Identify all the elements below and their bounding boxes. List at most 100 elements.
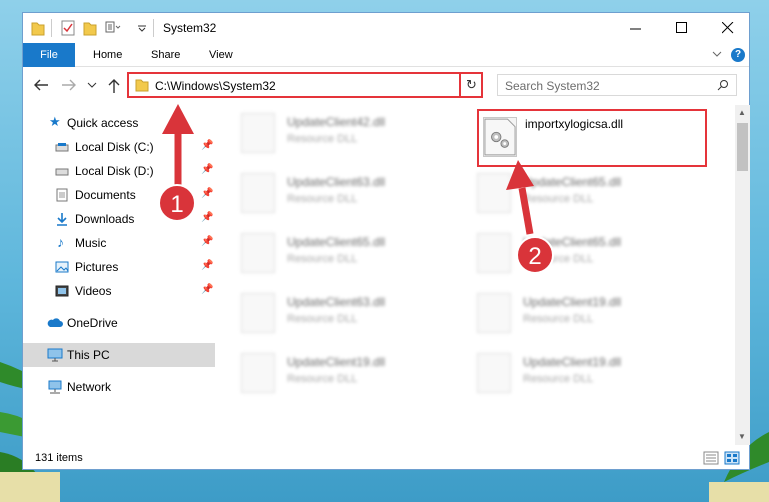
sidebar-item-label: Local Disk (C:) bbox=[75, 140, 154, 154]
forward-arrow-icon[interactable] bbox=[61, 78, 77, 92]
file-item[interactable]: UpdateClient42.dll Resource DLL bbox=[241, 109, 471, 161]
divider bbox=[51, 19, 52, 37]
file-item[interactable]: UpdateClient19.dll Resource DLL bbox=[477, 349, 707, 401]
item-count: 131 items bbox=[35, 452, 83, 464]
file-item[interactable]: UpdateClient65.dll Resource DLL bbox=[241, 229, 471, 281]
callout-step-1: 1 bbox=[158, 184, 196, 222]
status-bar: 131 items bbox=[23, 447, 749, 469]
tab-file[interactable]: File bbox=[23, 43, 75, 67]
sidebar-item-quick-access[interactable]: ★ Quick access bbox=[23, 111, 215, 135]
documents-icon bbox=[56, 188, 68, 202]
pin-icon: 📌 bbox=[201, 188, 214, 199]
downloads-icon bbox=[57, 213, 67, 226]
file-type: Resource DLL bbox=[287, 253, 358, 265]
new-folder-icon[interactable] bbox=[83, 20, 97, 36]
sidebar-item-label: Quick access bbox=[67, 116, 139, 130]
pin-icon: 📌 bbox=[201, 236, 214, 247]
scroll-down-icon[interactable]: ▼ bbox=[738, 432, 746, 441]
dll-file-icon bbox=[477, 173, 511, 213]
drive-icon bbox=[55, 143, 69, 152]
title-bar: System32 bbox=[23, 13, 749, 43]
file-item[interactable]: UpdateClient63.dll Resource DLL bbox=[241, 169, 471, 221]
search-input[interactable]: Search System32 bbox=[497, 74, 737, 96]
sidebar-item-videos[interactable]: Videos 📌 bbox=[23, 279, 215, 303]
sidebar-item-local-disk-c[interactable]: Local Disk (C:) 📌 bbox=[23, 135, 215, 159]
maximize-button[interactable] bbox=[659, 13, 705, 43]
file-name: UpdateClient63.dll bbox=[287, 175, 386, 189]
dll-file-icon bbox=[241, 233, 275, 273]
sidebar-item-pictures[interactable]: Pictures 📌 bbox=[23, 255, 215, 279]
dll-file-icon bbox=[241, 173, 275, 213]
dll-file-icon bbox=[477, 353, 511, 393]
sidebar-item-local-disk-d[interactable]: Local Disk (D:) 📌 bbox=[23, 159, 215, 183]
file-name: UpdateClient42.dll bbox=[287, 115, 386, 129]
sidebar-item-label: Local Disk (D:) bbox=[75, 164, 154, 178]
minimize-button[interactable] bbox=[613, 13, 659, 43]
recent-locations-icon[interactable] bbox=[87, 81, 97, 89]
network-icon bbox=[48, 380, 62, 394]
up-arrow-icon[interactable] bbox=[107, 78, 121, 94]
minimize-icon bbox=[630, 28, 641, 30]
dll-file-icon bbox=[241, 113, 275, 153]
close-button[interactable] bbox=[705, 13, 751, 43]
scroll-up-icon[interactable]: ▲ bbox=[738, 108, 746, 117]
sidebar-item-network[interactable]: Network bbox=[23, 375, 215, 399]
folder-icon bbox=[31, 22, 45, 36]
navigation-bar: C:\Windows\System32 ↻ Search System32 bbox=[23, 68, 749, 104]
file-type: Resource DLL bbox=[523, 373, 594, 385]
tab-home[interactable]: Home bbox=[93, 43, 122, 67]
back-arrow-icon[interactable] bbox=[33, 78, 49, 92]
file-item[interactable]: UpdateClient19.dll Resource DLL bbox=[241, 349, 471, 401]
sidebar-item-this-pc[interactable]: This PC bbox=[23, 343, 215, 367]
file-item[interactable]: UpdateClient19.dll Resource DLL bbox=[477, 289, 707, 341]
expand-ribbon-icon[interactable] bbox=[711, 48, 723, 60]
pin-icon: 📌 bbox=[201, 284, 214, 295]
customize-toolbar-icon[interactable] bbox=[105, 20, 121, 36]
divider bbox=[153, 19, 154, 37]
pictures-icon bbox=[55, 261, 69, 273]
file-item[interactable]: UpdateClient65.dll Resource DLL bbox=[477, 229, 707, 281]
sidebar-item-onedrive[interactable]: OneDrive bbox=[23, 311, 215, 335]
videos-icon bbox=[55, 285, 69, 297]
pin-icon: 📌 bbox=[201, 164, 214, 175]
navigation-pane: ★ Quick access Local Disk (C:) 📌 Local D… bbox=[23, 105, 215, 445]
address-path[interactable]: C:\Windows\System32 bbox=[155, 79, 276, 93]
help-icon[interactable]: ? bbox=[731, 48, 745, 62]
dropdown-arrow-icon[interactable] bbox=[137, 23, 147, 39]
file-type: Resource DLL bbox=[523, 313, 594, 325]
dll-file-icon bbox=[477, 293, 511, 333]
refresh-icon: ↻ bbox=[466, 77, 477, 92]
sidebar-item-music[interactable]: ♪ Music 📌 bbox=[23, 231, 215, 255]
scrollbar-thumb[interactable] bbox=[737, 123, 748, 171]
properties-icon[interactable] bbox=[61, 20, 75, 36]
pin-icon: 📌 bbox=[201, 260, 214, 271]
close-icon bbox=[722, 22, 734, 34]
highlighted-file-item[interactable]: importxylogicsa.dll bbox=[477, 109, 707, 167]
dll-gears-file-icon bbox=[483, 117, 517, 157]
tab-share[interactable]: Share bbox=[151, 43, 180, 67]
sidebar-item-label: This PC bbox=[67, 348, 110, 362]
search-icon bbox=[717, 80, 728, 91]
file-name: UpdateClient19.dll bbox=[523, 355, 622, 369]
file-type: Resource DLL bbox=[287, 373, 358, 385]
file-item[interactable]: UpdateClient63.dll Resource DLL bbox=[241, 289, 471, 341]
music-icon: ♪ bbox=[57, 234, 64, 250]
sidebar-item-label: Pictures bbox=[75, 260, 119, 274]
file-type: Resource DLL bbox=[287, 133, 358, 145]
file-name: UpdateClient65.dll bbox=[523, 175, 622, 189]
view-mode-icons[interactable] bbox=[703, 451, 743, 465]
sidebar-item-label: OneDrive bbox=[67, 316, 118, 330]
refresh-button[interactable]: ↻ bbox=[459, 72, 483, 98]
address-bar[interactable]: C:\Windows\System32 bbox=[127, 72, 483, 98]
sidebar-item-label: Videos bbox=[75, 284, 112, 298]
file-type: Resource DLL bbox=[287, 313, 358, 325]
file-name: UpdateClient65.dll bbox=[287, 235, 386, 249]
dll-file-icon bbox=[241, 353, 275, 393]
file-item[interactable]: UpdateClient65.dll Resource DLL bbox=[477, 169, 707, 221]
sidebar-item-label: Downloads bbox=[75, 212, 135, 226]
file-list: UpdateClient42.dll Resource DLL UpdateCl… bbox=[215, 105, 735, 445]
tab-view[interactable]: View bbox=[209, 43, 233, 67]
computer-icon bbox=[47, 348, 63, 362]
vertical-scrollbar[interactable]: ▲ ▼ bbox=[735, 105, 750, 445]
pin-icon: 📌 bbox=[201, 140, 214, 151]
